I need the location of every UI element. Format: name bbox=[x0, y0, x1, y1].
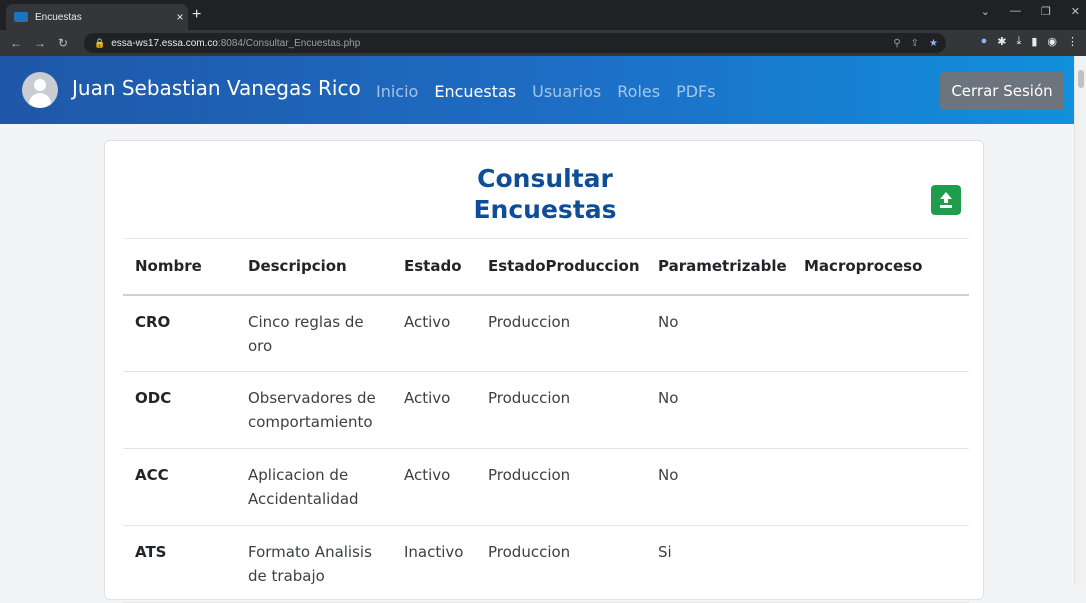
url-host: essa-ws17.essa.com.co bbox=[111, 37, 218, 49]
url-path: :8084/Consultar_Encuestas.php bbox=[217, 37, 361, 49]
browser-nav-buttons: ← → ↻ bbox=[10, 36, 68, 50]
menu-kebab-icon[interactable]: ⋮ bbox=[1067, 35, 1078, 48]
close-window-icon[interactable]: ✕ bbox=[1071, 5, 1080, 18]
back-icon[interactable]: ← bbox=[10, 36, 22, 50]
chevron-down-icon[interactable]: ⌄ bbox=[981, 5, 990, 18]
tab-close-icon[interactable]: × bbox=[172, 10, 188, 24]
cell-descripcion: Observadores de comportamiento bbox=[248, 389, 376, 431]
cell-macroproceso bbox=[792, 449, 969, 526]
cell-estado: Activo bbox=[404, 312, 451, 331]
browser-tab[interactable]: Encuestas × bbox=[6, 4, 188, 30]
extension-icon[interactable]: ● bbox=[981, 35, 988, 48]
cell-parametrizable: No bbox=[658, 312, 679, 331]
cell-estado-produccion: Produccion bbox=[488, 543, 571, 561]
col-nombre[interactable]: Nombre bbox=[123, 239, 236, 295]
cell-parametrizable: No bbox=[658, 389, 679, 407]
profile-icon[interactable]: ◉ bbox=[1047, 35, 1057, 48]
nav-usuarios[interactable]: Usuarios bbox=[532, 82, 601, 101]
download-icon[interactable]: ⤓ bbox=[1016, 35, 1021, 48]
favicon-icon bbox=[14, 12, 28, 22]
logout-button[interactable]: Cerrar Sesión bbox=[940, 72, 1064, 110]
cell-nombre: ATS bbox=[135, 543, 167, 561]
col-macroproceso[interactable]: Macroproceso bbox=[792, 239, 969, 295]
omnibox-icons: ⚲ ⇪ ★ bbox=[893, 38, 938, 49]
restore-icon[interactable]: ❐ bbox=[1041, 5, 1051, 18]
cell-macroproceso bbox=[792, 372, 969, 449]
table-row[interactable]: ODC Observadores de comportamiento Activo… bbox=[123, 372, 969, 449]
cell-nombre: ACC bbox=[135, 466, 169, 484]
reload-icon[interactable]: ↻ bbox=[58, 36, 68, 50]
zoom-icon[interactable]: ⚲ bbox=[893, 38, 900, 49]
col-parametrizable[interactable]: Parametrizable bbox=[646, 239, 792, 295]
main-nav: Inicio Encuestas Usuarios Roles PDFs bbox=[376, 82, 716, 101]
table-row[interactable]: ACC Aplicacion de Accidentalidad Activo P… bbox=[123, 449, 969, 526]
url-field[interactable]: 🔒 essa-ws17.essa.com.co:8084/Consultar_E… bbox=[84, 33, 946, 53]
cell-macroproceso bbox=[792, 295, 969, 372]
page-title: Consultar Encuestas bbox=[355, 163, 735, 225]
cell-nombre: CRO bbox=[135, 312, 171, 331]
extension-icons: ● ✱ ⤓ ▮ ◉ ⋮ bbox=[981, 35, 1078, 48]
cell-descripcion: Formato Analisis de trabajo bbox=[248, 543, 372, 585]
minimize-icon[interactable]: — bbox=[1010, 5, 1021, 18]
surveys-card: Consultar Encuestas Nombre Descripcion E… bbox=[104, 140, 984, 603]
cell-parametrizable: Si bbox=[658, 543, 672, 561]
cell-parametrizable: No bbox=[658, 466, 679, 484]
cell-descripcion: Aplicacion de Accidentalidad bbox=[248, 466, 359, 508]
user-name: Juan Sebastian Vanegas Rico bbox=[72, 76, 361, 100]
cell-estado: Inactivo bbox=[404, 543, 464, 561]
new-tab-icon[interactable]: + bbox=[192, 6, 201, 24]
browser-address-bar: ← → ↻ 🔒 essa-ws17.essa.com.co:8084/Consu… bbox=[0, 30, 1086, 56]
table-header-row: Nombre Descripcion Estado EstadoProducci… bbox=[123, 238, 969, 295]
nav-encuestas[interactable]: Encuestas bbox=[434, 82, 516, 101]
col-descripcion[interactable]: Descripcion bbox=[236, 239, 392, 295]
cell-estado-produccion: Produccion bbox=[488, 466, 571, 484]
window-controls: ⌄ — ❐ ✕ bbox=[981, 5, 1080, 18]
table-row[interactable]: CRO Cinco reglas de oro Activo Produccion… bbox=[123, 295, 969, 372]
cell-nombre: ODC bbox=[135, 389, 172, 407]
user-avatar-icon bbox=[22, 72, 58, 108]
cell-estado: Activo bbox=[404, 389, 451, 407]
cell-estado-produccion: Produccion bbox=[488, 389, 571, 407]
nav-roles[interactable]: Roles bbox=[617, 82, 660, 101]
page-title-line1: Consultar bbox=[477, 164, 613, 193]
page-scrollbar[interactable] bbox=[1074, 56, 1086, 583]
surveys-table: Nombre Descripcion Estado EstadoProducci… bbox=[123, 238, 969, 603]
cell-estado: Activo bbox=[404, 466, 451, 484]
upload-icon bbox=[940, 192, 952, 208]
table-row[interactable]: ATS Formato Analisis de trabajo Inactivo … bbox=[123, 526, 969, 603]
col-estado[interactable]: Estado bbox=[392, 239, 476, 295]
nav-inicio[interactable]: Inicio bbox=[376, 82, 418, 101]
share-icon[interactable]: ⇪ bbox=[911, 38, 919, 49]
scrollbar-thumb[interactable] bbox=[1078, 70, 1084, 88]
app-navbar: Juan Sebastian Vanegas Rico Inicio Encue… bbox=[0, 56, 1074, 124]
cell-descripcion: Cinco reglas de oro bbox=[248, 312, 364, 355]
cell-estado-produccion: Produccion bbox=[488, 312, 571, 331]
tab-title: Encuestas bbox=[35, 11, 82, 23]
bookmark-star-icon[interactable]: ★ bbox=[929, 38, 938, 49]
col-estado-produccion[interactable]: EstadoProduccion bbox=[476, 239, 646, 295]
upload-button[interactable] bbox=[931, 185, 961, 215]
cell-macroproceso bbox=[792, 526, 969, 603]
puzzle-icon[interactable]: ✱ bbox=[997, 35, 1006, 48]
nav-pdfs[interactable]: PDFs bbox=[676, 82, 716, 101]
lock-icon: 🔒 bbox=[94, 37, 106, 48]
sidepanel-icon[interactable]: ▮ bbox=[1031, 35, 1037, 48]
page-title-line2: Encuestas bbox=[473, 195, 617, 224]
forward-icon[interactable]: → bbox=[34, 36, 46, 50]
browser-tab-bar: Encuestas × + ⌄ — ❐ ✕ bbox=[0, 0, 1086, 30]
